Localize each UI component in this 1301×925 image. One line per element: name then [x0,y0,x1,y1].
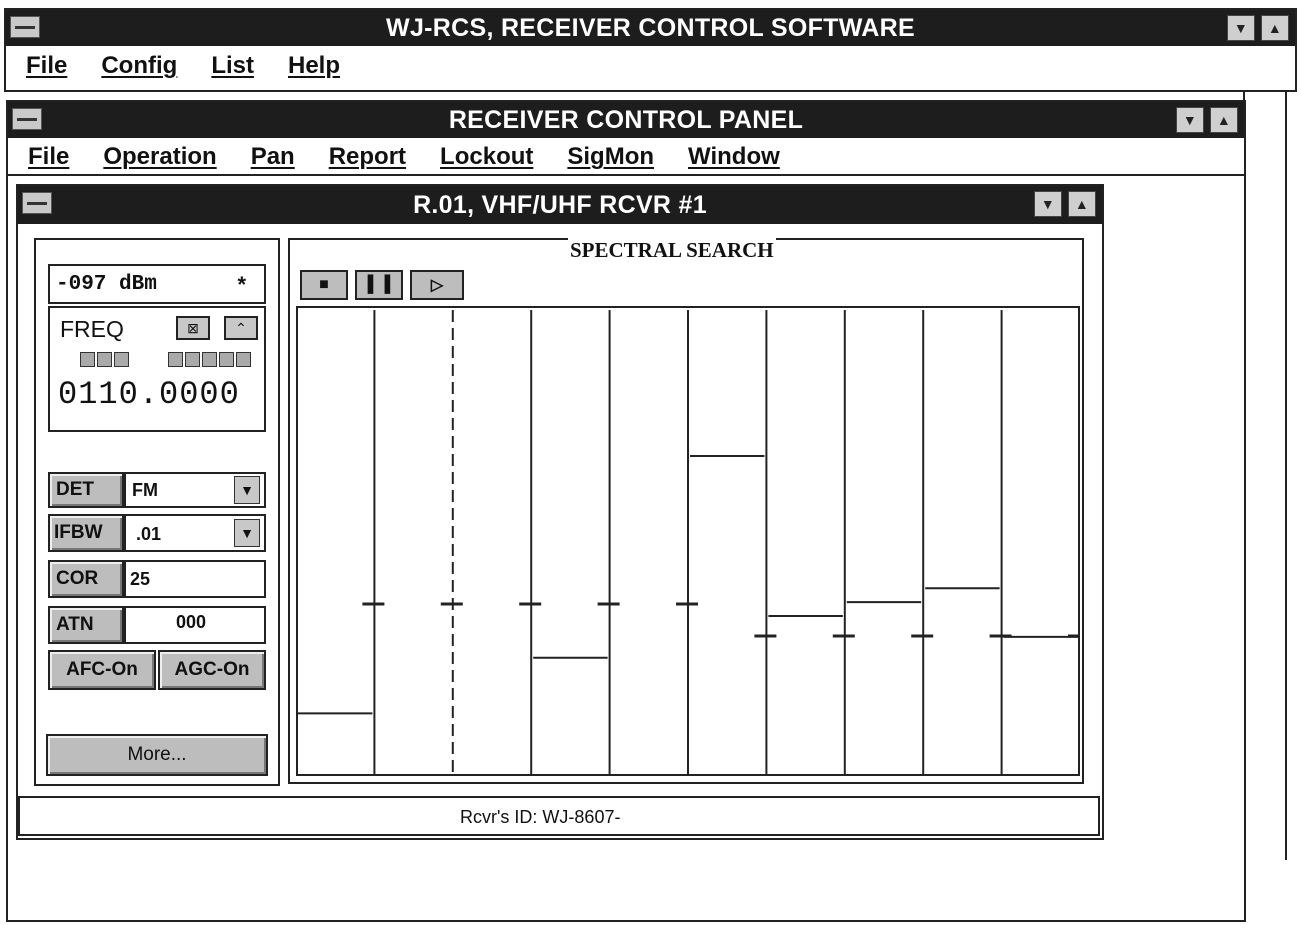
app-titlebar: WJ-RCS, RECEIVER CONTROL SOFTWARE ▼ ▲ [6,10,1295,46]
receiver-id-status: Rcvr's ID: WJ-8607- [460,807,621,827]
cor-value: 25 [130,569,151,589]
digit-step-icon[interactable] [80,352,95,367]
spectrum-display[interactable] [296,306,1080,776]
afc-button[interactable]: AFC-On [48,650,156,690]
ifbw-value: .01 [136,524,162,544]
minimize-icon[interactable]: ▼ [1227,15,1255,41]
cor-label: COR [56,568,99,589]
menu-config[interactable]: Config [101,52,177,80]
menu-help[interactable]: Help [288,52,340,80]
app-menubar: File Config List Help [6,48,1295,84]
system-menu-icon[interactable] [12,108,42,130]
more-label: More... [127,744,187,765]
maximize-icon[interactable]: ▲ [1210,107,1238,133]
minimize-icon[interactable]: ▼ [1176,107,1204,133]
close-freq-icon[interactable]: ⊠ [176,316,210,340]
agc-button[interactable]: AGC-On [158,650,266,690]
det-button[interactable]: DET [48,472,124,508]
digit-step-icon[interactable] [97,352,112,367]
more-button[interactable]: More... [46,734,268,776]
maximize-icon[interactable]: ▲ [1068,191,1096,217]
control-panel-title: RECEIVER CONTROL PANEL [448,105,804,134]
digit-step-icon[interactable] [168,352,183,367]
background-doc [1243,90,1287,860]
cor-button[interactable]: COR [48,560,124,598]
maximize-icon[interactable]: ▲ [1261,15,1289,41]
receiver-titlebar: R.01, VHF/UHF RCVR #1 ▼ ▲ [18,186,1102,224]
digit-step-icon[interactable] [114,352,129,367]
ifbw-label: IFBW [54,522,103,543]
digit-step-icon[interactable] [236,352,251,367]
atn-field[interactable]: 000 [124,606,266,644]
control-panel-menubar: File Operation Pan Report Lockout SigMon… [8,140,1244,176]
signal-level: -097 dBm [56,273,157,296]
signal-level-display: -097 dBm * [48,264,266,304]
chevron-down-icon[interactable]: ▼ [234,519,260,547]
pause-icon[interactable]: ▌▐ [355,270,403,300]
agc-label: AGC-On [174,659,250,680]
minimize-icon[interactable]: ▼ [1034,191,1062,217]
det-label: DET [56,479,94,500]
atn-label: ATN [56,614,94,635]
expand-freq-icon[interactable]: ⌃ [224,316,258,340]
atn-button[interactable]: ATN [48,606,124,644]
det-select[interactable]: FM ▼ [124,472,266,508]
menu-list[interactable]: List [211,52,254,80]
cp-menu-sigmon[interactable]: SigMon [567,143,654,171]
signal-marker: * [237,272,246,297]
system-menu-icon[interactable] [22,192,52,214]
app-window: WJ-RCS, RECEIVER CONTROL SOFTWARE ▼ ▲ Fi… [4,8,1297,92]
freq-label: FREQ [60,316,124,342]
digit-step-icon[interactable] [202,352,217,367]
system-menu-icon[interactable] [10,16,40,38]
spectral-search-title: SPECTRAL SEARCH [568,238,776,263]
frequency-value[interactable]: 0110.0000 [58,376,240,413]
menu-file[interactable]: File [26,52,67,80]
cp-menu-operation[interactable]: Operation [103,143,216,171]
cp-menu-report[interactable]: Report [329,143,406,171]
receiver-title: R.01, VHF/UHF RCVR #1 [413,190,707,219]
ifbw-select[interactable]: .01 ▼ [124,514,266,552]
cp-menu-file[interactable]: File [28,143,69,171]
scan-forward-icon[interactable]: ▷ [410,270,464,300]
afc-label: AFC-On [66,659,138,680]
frequency-panel: FREQ ⊠ ⌃ 0110.0000 [48,306,266,432]
app-title: WJ-RCS, RECEIVER CONTROL SOFTWARE [386,13,915,42]
cor-field[interactable]: 25 [124,560,266,598]
stop-icon[interactable]: ■ [300,270,348,300]
cp-menu-pan[interactable]: Pan [251,143,295,171]
det-value: FM [132,480,158,500]
atn-value: 000 [176,612,207,632]
chevron-down-icon[interactable]: ▼ [234,476,260,504]
cp-menu-window[interactable]: Window [688,143,780,171]
control-panel-titlebar: RECEIVER CONTROL PANEL ▼ ▲ [8,102,1244,138]
digit-step-icon[interactable] [185,352,200,367]
ifbw-button[interactable]: IFBW [48,514,124,552]
digit-step-icon[interactable] [219,352,234,367]
status-bar: Rcvr's ID: WJ-8607- [18,796,1100,836]
cp-menu-lockout[interactable]: Lockout [440,143,533,171]
